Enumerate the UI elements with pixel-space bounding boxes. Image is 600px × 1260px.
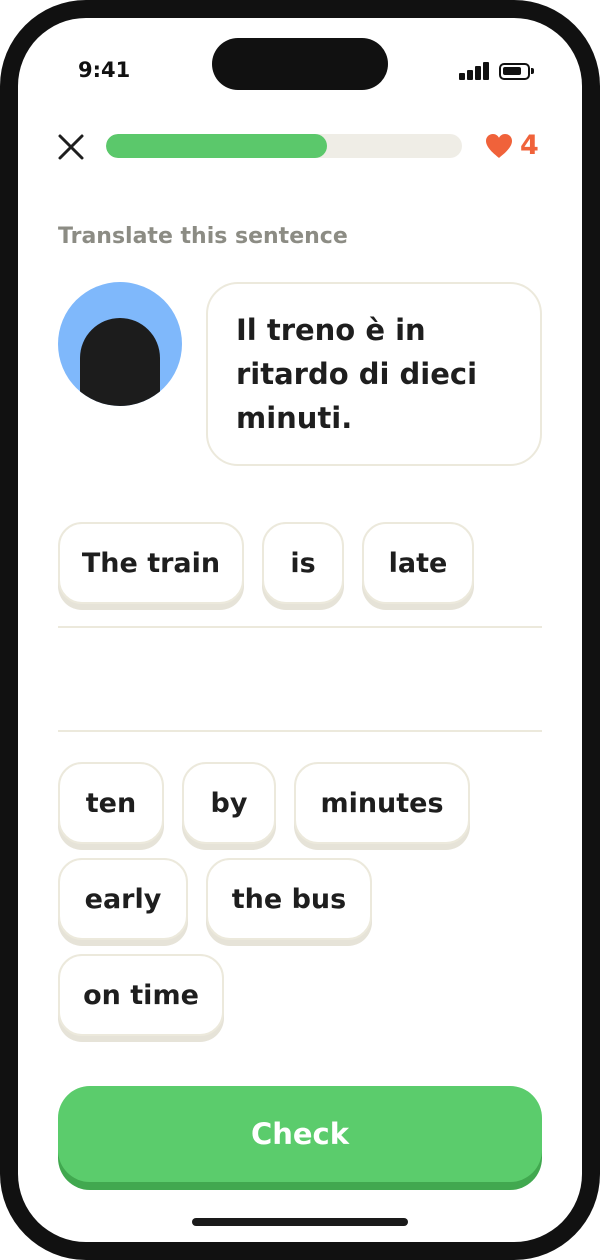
exercise-prompt: Translate this sentence	[58, 224, 348, 249]
home-indicator[interactable]	[192, 1218, 408, 1226]
answer-line	[58, 730, 542, 732]
close-icon	[58, 134, 84, 160]
signal-icon	[459, 62, 491, 80]
hearts-counter: 4	[484, 130, 539, 161]
close-button[interactable]	[54, 130, 88, 164]
answer-word-chip[interactable]: The train	[58, 522, 244, 604]
answer-line	[58, 626, 542, 628]
word-bank-chip[interactable]: early	[58, 858, 188, 940]
battery-icon	[499, 63, 534, 80]
speech-bubble: Il treno è in ritardo di dieci minuti.	[206, 282, 542, 466]
word-bank-chip[interactable]: on time	[58, 954, 224, 1036]
dynamic-island	[212, 38, 388, 90]
answer-area[interactable]: The train is late	[58, 522, 542, 732]
heart-icon	[486, 133, 512, 158]
phone-frame: 9:41 4 Translate this sentence Il treno …	[0, 0, 600, 1260]
word-bank-chip[interactable]: minutes	[294, 762, 470, 844]
progress-fill	[106, 134, 327, 158]
answer-word-chip[interactable]: is	[262, 522, 344, 604]
app-screen: 9:41 4 Translate this sentence Il treno …	[18, 18, 582, 1242]
check-button[interactable]: Check	[58, 1086, 542, 1182]
word-bank-chip[interactable]: ten	[58, 762, 164, 844]
character-avatar	[58, 282, 182, 406]
answer-word-chip[interactable]: late	[362, 522, 474, 604]
word-bank-chip[interactable]: the bus	[206, 858, 372, 940]
source-sentence: Il treno è in ritardo di dieci minuti.	[236, 313, 478, 435]
status-time: 9:41	[78, 58, 131, 82]
word-bank-chip[interactable]: by	[182, 762, 276, 844]
avatar-figure	[80, 318, 160, 406]
hearts-count: 4	[520, 130, 539, 161]
lesson-progress-bar	[106, 134, 462, 158]
